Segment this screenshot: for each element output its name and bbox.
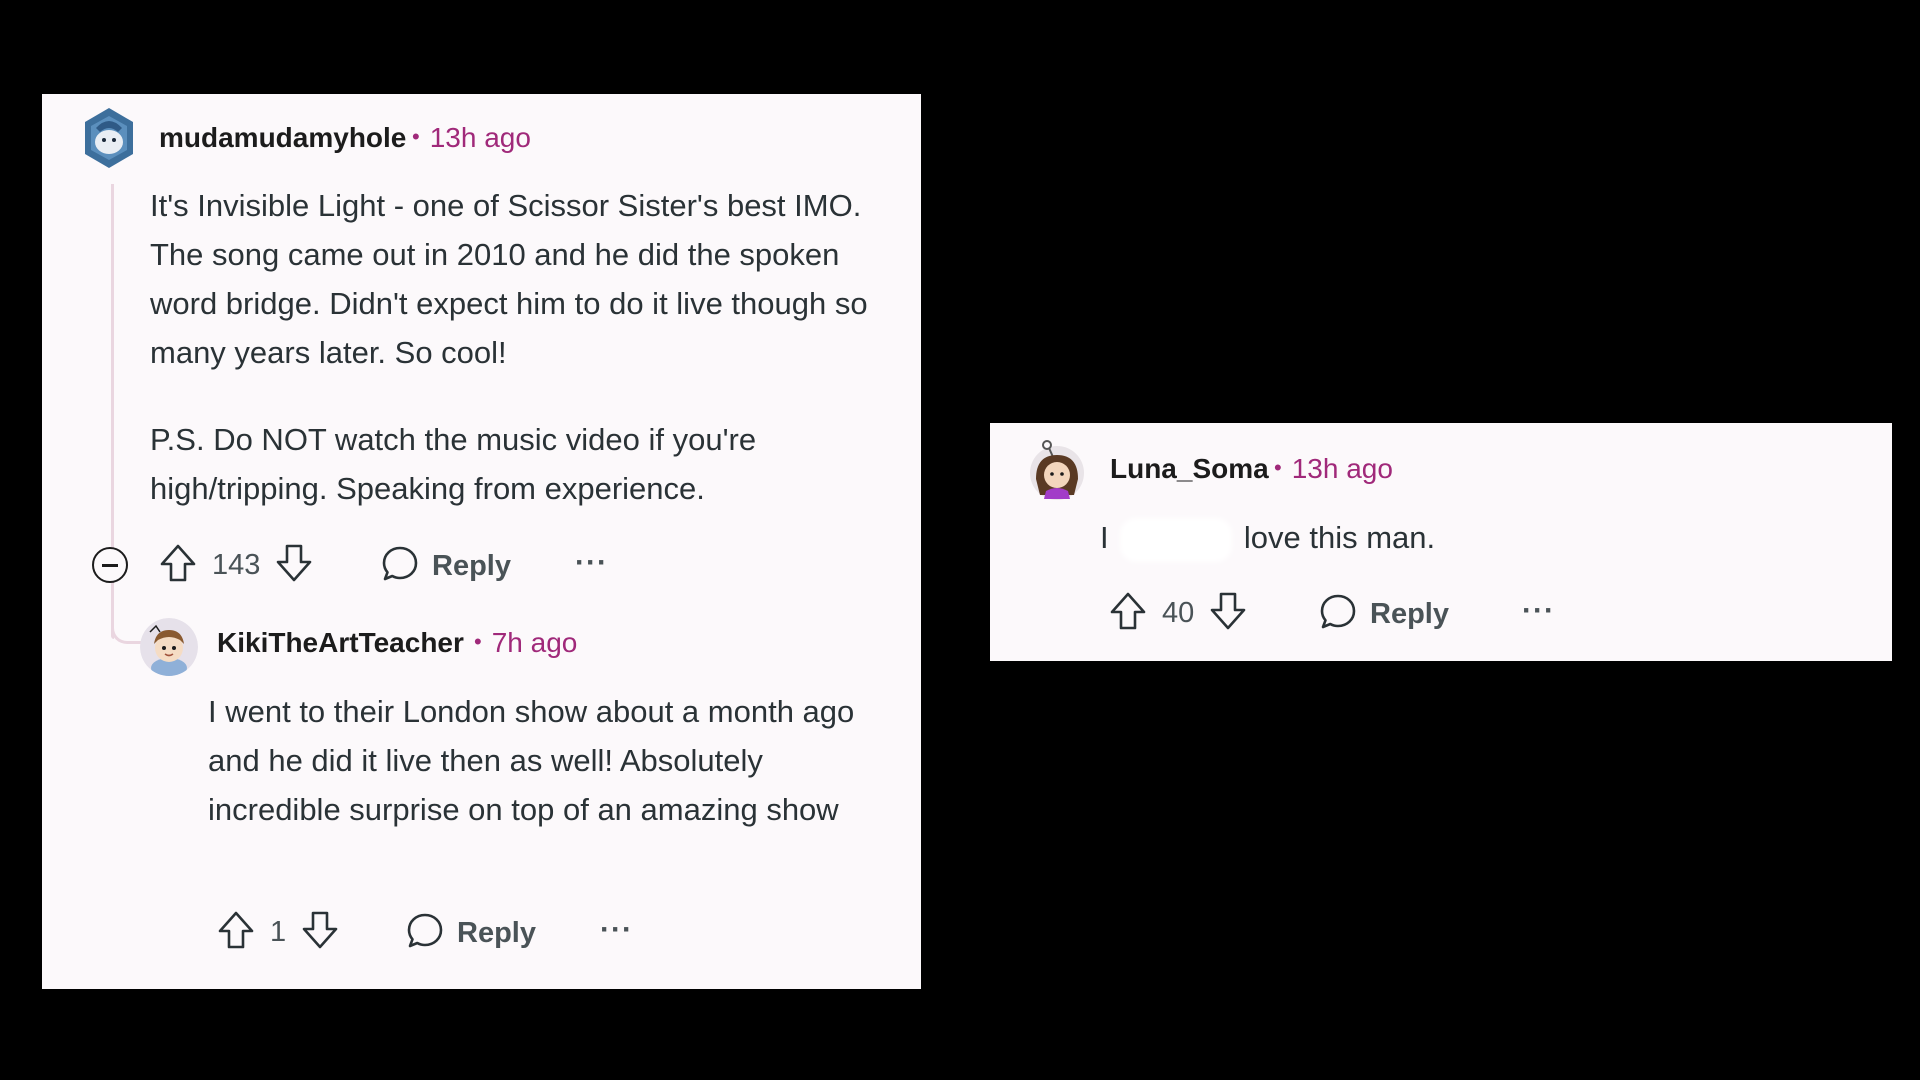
vote-bar: 1 (216, 909, 340, 955)
vote-bar: 40 (1108, 590, 1248, 636)
reply-label: Reply (432, 549, 511, 582)
collapse-thread-button[interactable] (92, 547, 128, 583)
comment-icon (1318, 592, 1358, 637)
username[interactable]: KikiTheArtTeacher (217, 627, 464, 659)
comment-body: I went to their London show about a mont… (208, 694, 855, 827)
avatar[interactable] (140, 618, 198, 676)
comment-body: It's Invisible Light - one of Scissor Si… (150, 181, 880, 513)
reply-button[interactable]: Reply (1318, 592, 1449, 636)
comment-icon (380, 544, 420, 589)
upvote-icon[interactable] (216, 909, 256, 956)
comment-paragraph: It's Invisible Light - one of Scissor Si… (150, 188, 868, 370)
downvote-icon[interactable] (300, 909, 340, 956)
timestamp[interactable]: • 13h ago (1274, 453, 1393, 485)
more-options-icon[interactable]: ··· (1522, 594, 1555, 628)
upvote-icon[interactable] (158, 542, 198, 589)
vote-count: 1 (270, 915, 287, 948)
comment-text-end: love this man. (1243, 520, 1436, 555)
username[interactable]: mudamudamyhole (159, 122, 406, 154)
comment-paragraph: P.S. Do NOT watch the music video if you… (150, 422, 757, 506)
username[interactable]: Luna_Soma (1110, 453, 1269, 485)
vote-count: 143 (212, 548, 261, 581)
vote-count: 40 (1162, 596, 1195, 629)
comment-icon (405, 911, 445, 956)
comment-text-start: I (1100, 520, 1109, 555)
more-options-icon[interactable]: ··· (575, 546, 608, 580)
reply-label: Reply (457, 916, 536, 949)
avatar[interactable] (82, 106, 136, 170)
downvote-icon[interactable] (274, 542, 314, 589)
separator-dot: • (1274, 455, 1282, 480)
redaction-blur (1120, 518, 1232, 562)
timestamp[interactable]: • 7h ago (474, 627, 577, 659)
more-options-icon[interactable]: ··· (600, 913, 633, 947)
reply-label: Reply (1370, 597, 1449, 630)
timestamp-text: 7h ago (491, 627, 578, 658)
timestamp-text: 13h ago (1291, 453, 1393, 484)
reply-button[interactable]: Reply (405, 911, 536, 955)
separator-dot: • (412, 124, 420, 149)
avatar[interactable] (1028, 439, 1086, 501)
separator-dot: • (474, 629, 482, 654)
downvote-icon[interactable] (1208, 590, 1248, 637)
comment-thread-panel: mudamudamyhole • 13h ago It's Invisible L… (42, 94, 921, 989)
comment-panel: Luna_Soma • 13h ago I love this man. 40 R… (990, 423, 1892, 661)
timestamp[interactable]: • 13h ago (412, 122, 531, 154)
vote-bar: 143 (158, 542, 314, 588)
reply-button[interactable]: Reply (380, 544, 511, 588)
timestamp-text: 13h ago (429, 122, 531, 153)
upvote-icon[interactable] (1108, 590, 1148, 637)
